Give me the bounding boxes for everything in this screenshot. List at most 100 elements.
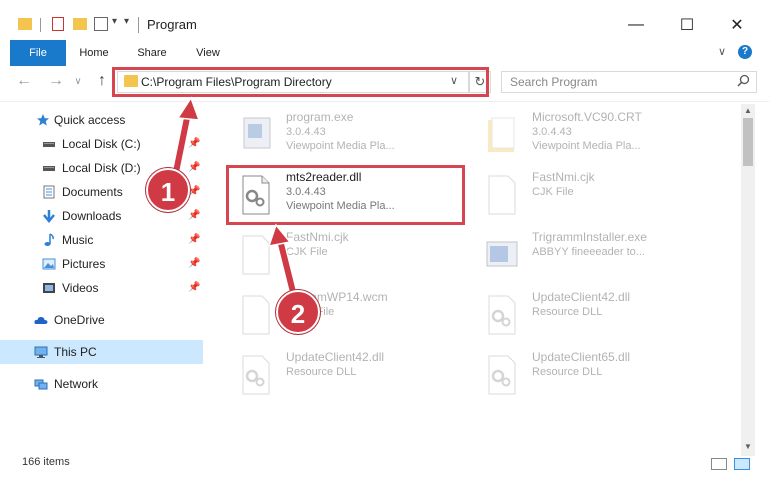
new-folder-icon[interactable] [73, 18, 87, 30]
file-item[interactable]: TrigramWP14.wcm WCM File [232, 288, 472, 344]
back-arrow-icon: ← [16, 72, 32, 89]
installer-icon [486, 241, 518, 267]
pin-icon[interactable]: 📌 [188, 258, 200, 269]
star-icon [37, 114, 49, 126]
nav-item-quick-access[interactable]: Quick access [0, 108, 203, 132]
downloads-icon [43, 210, 55, 223]
tab-home[interactable]: Home [70, 40, 118, 66]
title-separator [138, 17, 139, 33]
nav-item-local-disk-c[interactable]: Local Disk (C:) 📌 [0, 132, 203, 156]
nav-item-label: This PC [54, 345, 97, 359]
item-count: 166 items [22, 456, 70, 468]
pin-icon[interactable]: 📌 [188, 210, 200, 221]
file-item[interactable]: UpdateClient42.dll Resource DLL [232, 348, 472, 404]
nav-item-network[interactable]: Network [0, 372, 203, 396]
nav-item-music[interactable]: Music 📌 [0, 228, 203, 252]
close-icon: ✕ [730, 17, 744, 34]
nav-item-pictures[interactable]: Pictures 📌 [0, 252, 203, 276]
minimize-button[interactable]: — [613, 10, 659, 40]
dll-gear-icon [242, 355, 270, 395]
nav-item-videos[interactable]: Videos 📌 [0, 276, 203, 300]
properties-icon[interactable] [52, 17, 64, 31]
close-button[interactable]: ✕ [714, 10, 760, 40]
file-name: UpdateClient42.dll [286, 350, 385, 364]
help-icon[interactable]: ? [738, 45, 752, 59]
address-highlight-box [112, 67, 489, 97]
file-icon [242, 235, 270, 275]
file-list: program.exe 3.0.4.43 Viewpoint Media Pla… [222, 104, 740, 450]
customize-icon[interactable] [94, 17, 108, 31]
videos-icon [43, 283, 55, 293]
maximize-button[interactable]: ☐ [664, 10, 710, 40]
folder-icon [488, 117, 515, 152]
file-item[interactable]: UpdateClient42.dll Resource DLL [478, 288, 718, 344]
dll-gear-icon [488, 355, 516, 395]
drive-icon [43, 142, 55, 147]
status-bar [0, 452, 769, 478]
documents-icon [43, 185, 55, 199]
file-item[interactable]: FastNmi.cjk CJK File [478, 168, 718, 224]
maximize-icon: ☐ [679, 17, 695, 34]
tab-share[interactable]: Share [127, 40, 177, 66]
file-name: FastNmi.cjk [286, 230, 349, 244]
minimize-icon: — [628, 16, 644, 33]
file-item[interactable]: Microsoft.VC90.CRT 3.0.4.43 Viewpoint Me… [478, 108, 718, 164]
separator-icon [40, 18, 41, 32]
chevron-down-icon: ∨ [74, 76, 82, 87]
file-version: 3.0.4.43 [532, 126, 572, 138]
file-icon [242, 295, 270, 335]
nav-item-label: Local Disk (C:) [62, 137, 141, 151]
nav-item-this-pc[interactable]: This PC [0, 340, 203, 364]
file-type: Resource DLL [532, 306, 603, 318]
pin-icon[interactable]: 📌 [188, 162, 200, 173]
file-type: Resource DLL [286, 366, 357, 378]
tab-view[interactable]: View [186, 40, 230, 66]
nav-item-label: Videos [62, 281, 99, 295]
file-item[interactable]: program.exe 3.0.4.43 Viewpoint Media Pla… [232, 108, 472, 164]
search-placeholder: Search Program [510, 75, 598, 89]
file-name: UpdateClient65.dll [532, 350, 631, 364]
file-item[interactable]: UpdateClient65.dll Resource DLL [478, 348, 718, 404]
large-icons-view-icon[interactable] [734, 458, 750, 470]
dll-gear-icon [488, 295, 516, 335]
window-title: Program [147, 17, 197, 32]
forward-button[interactable]: → [46, 72, 66, 90]
file-type: Resource DLL [532, 366, 603, 378]
music-icon [44, 233, 54, 246]
scroll-thumb[interactable] [743, 118, 753, 166]
callout-badge-1: 1 [146, 168, 190, 212]
chevron-down-icon[interactable]: ▾ [112, 16, 117, 27]
file-item[interactable]: TrigrammInstaller.exe ABBYY fineeeader t… [478, 228, 718, 284]
drive-icon [43, 166, 55, 171]
recent-locations-button[interactable]: ∨ [68, 76, 88, 87]
up-button[interactable]: ↑ [92, 72, 112, 90]
folder-icon[interactable] [18, 18, 32, 30]
details-view-icon[interactable] [711, 458, 727, 470]
tab-file[interactable]: File [10, 40, 66, 66]
ribbon-expand-icon[interactable]: ∨ [718, 45, 726, 58]
network-icon [34, 379, 48, 390]
nav-item-label: Local Disk (D:) [62, 161, 141, 175]
pin-icon[interactable]: 📌 [188, 138, 200, 149]
nav-item-label: Quick access [54, 113, 126, 127]
back-button[interactable]: ← [14, 72, 34, 90]
file-description: Viewpoint Media Pla... [532, 140, 641, 152]
scroll-up-icon[interactable]: ▲ [741, 104, 755, 118]
callout-badge-2: 2 [276, 290, 320, 334]
nav-item-onedrive[interactable]: OneDrive [0, 308, 203, 332]
pin-icon[interactable]: 📌 [188, 234, 200, 245]
nav-item-label: Network [54, 377, 99, 391]
nav-item-label: Pictures [62, 257, 106, 271]
pin-icon[interactable]: 📌 [188, 282, 200, 293]
exe-icon [243, 117, 271, 149]
file-name: UpdateClient42.dll [532, 290, 631, 304]
file-name: program.exe [286, 110, 354, 124]
forward-arrow-icon: → [48, 72, 64, 89]
file-description: ABBYY fineeeader to... [532, 246, 645, 258]
nav-item-label: Music [62, 233, 94, 247]
pin-down-icon[interactable]: ▾ [124, 16, 129, 27]
file-type: CJK File [286, 246, 328, 258]
file-type: CJK File [532, 186, 574, 198]
file-description: Viewpoint Media Pla... [286, 140, 395, 152]
file-item[interactable]: FastNmi.cjk CJK File [232, 228, 472, 284]
